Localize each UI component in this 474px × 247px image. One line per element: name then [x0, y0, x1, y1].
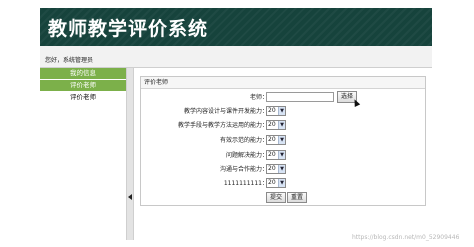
- score-select[interactable]: 20 ▼: [266, 178, 286, 188]
- form-actions: 提交 重置: [141, 192, 427, 203]
- user-greeting: 您好，系统管理员: [45, 57, 94, 64]
- score-value: 20: [268, 151, 276, 158]
- sidebar: 我的信息 评价老师 评价老师: [40, 68, 126, 240]
- sidebar-item-label: 评价老师: [70, 93, 96, 101]
- criterion-label: 问题解决能力：: [225, 152, 268, 159]
- sidebar-item-label: 评价老师: [70, 81, 96, 89]
- sidebar-item-my-info[interactable]: 我的信息: [40, 68, 126, 80]
- criterion-row: 问题解决能力： 20 ▼: [141, 150, 427, 161]
- chevron-down-icon: ▼: [278, 121, 285, 129]
- criterion-label: 1111111111：: [223, 180, 268, 187]
- score-select[interactable]: 20 ▼: [266, 106, 286, 116]
- app-header: 教师教学评价系统: [40, 8, 432, 46]
- criterion-label: 沟通与合作能力：: [219, 166, 268, 173]
- sidebar-subitem-evaluate-teacher[interactable]: 评价老师: [40, 92, 126, 103]
- score-value: 20: [268, 179, 276, 186]
- score-value: 20: [268, 165, 276, 172]
- teacher-input[interactable]: [266, 92, 334, 102]
- app-title: 教师教学评价系统: [48, 18, 209, 40]
- criterion-label: 有效示范的能力：: [219, 137, 268, 144]
- teacher-row: 老师： 选择: [141, 91, 427, 107]
- sidebar-item-evaluate-teacher[interactable]: 评价老师: [40, 80, 126, 92]
- score-select[interactable]: 20 ▼: [266, 164, 286, 174]
- criterion-row: 教学内容设计与课件开发能力： 20 ▼: [141, 106, 427, 117]
- main-content: 评价老师 老师： 选择 教学内容设计与课件开发能力： 20 ▼ 教学手段与教学方…: [140, 68, 432, 240]
- chevron-down-icon: ▼: [278, 179, 285, 187]
- score-value: 20: [268, 107, 276, 114]
- score-value: 20: [268, 121, 276, 128]
- criterion-row: 有效示范的能力： 20 ▼: [141, 135, 427, 146]
- score-select[interactable]: 20 ▼: [266, 135, 286, 145]
- chevron-down-icon: ▼: [278, 165, 285, 173]
- reset-button[interactable]: 重置: [287, 192, 308, 203]
- watermark: https://blog.csdn.net/m0_52909446: [352, 234, 460, 241]
- user-greeting-bar: 您好，系统管理员: [40, 46, 432, 68]
- sidebar-toggle[interactable]: [126, 68, 134, 240]
- criterion-label: 教学手段与教学方法运用的能力：: [177, 122, 268, 129]
- score-value: 20: [268, 136, 276, 143]
- panel-title: 评价老师: [141, 77, 425, 89]
- score-select[interactable]: 20 ▼: [266, 120, 286, 130]
- evaluation-form: 评价老师 老师： 选择 教学内容设计与课件开发能力： 20 ▼ 教学手段与教学方…: [140, 76, 426, 206]
- criterion-row: 1111111111： 20 ▼: [141, 178, 427, 189]
- submit-button[interactable]: 提交: [266, 192, 287, 203]
- criterion-row: 教学手段与教学方法运用的能力： 20 ▼: [141, 120, 427, 131]
- chevron-down-icon: ▼: [278, 151, 285, 159]
- score-select[interactable]: 20 ▼: [266, 150, 286, 160]
- chevron-down-icon: ▼: [278, 107, 285, 115]
- sidebar-item-label: 我的信息: [70, 69, 96, 77]
- criterion-row: 沟通与合作能力： 20 ▼: [141, 164, 427, 175]
- collapse-arrow-icon: [128, 194, 132, 200]
- criterion-label: 教学内容设计与课件开发能力：: [183, 108, 268, 115]
- app-window: 教师教学评价系统 您好，系统管理员 我的信息 评价老师 评价老师 评价老师 老师…: [40, 8, 432, 240]
- chevron-down-icon: ▼: [278, 136, 285, 144]
